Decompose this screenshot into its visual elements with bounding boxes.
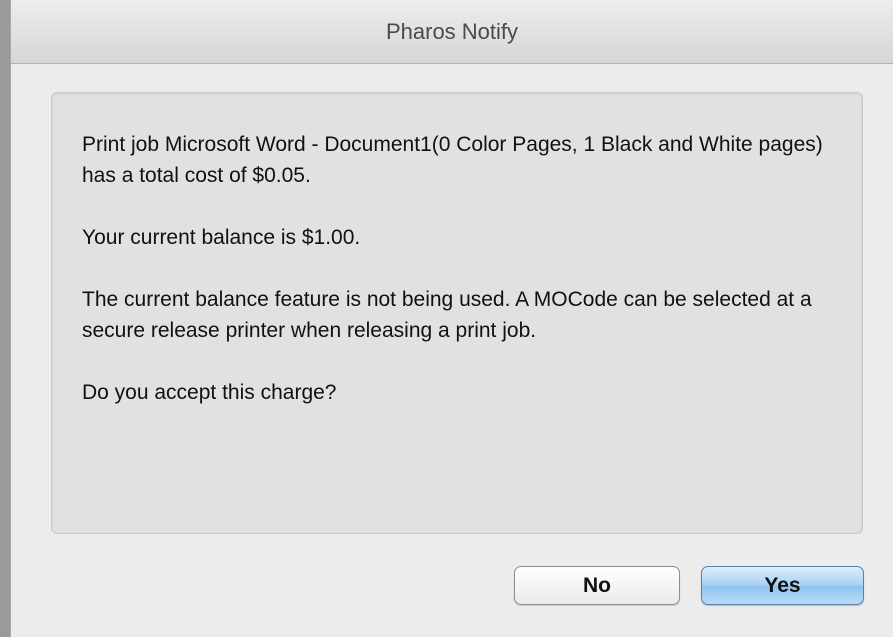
confirm-question: Do you accept this charge? [82, 381, 337, 404]
dialog-window: Pharos Notify Print job Microsoft Word -… [10, 0, 893, 637]
no-button[interactable]: No [514, 566, 680, 605]
balance-message: Your current balance is $1.00. [82, 226, 361, 249]
cost-message: Print job Microsoft Word - Document1(0 C… [82, 133, 823, 187]
feature-message: The current balance feature is not being… [82, 288, 812, 342]
window-title: Pharos Notify [385, 19, 519, 44]
message-panel: Print job Microsoft Word - Document1(0 C… [51, 92, 863, 534]
title-bar[interactable]: Pharos Notify [11, 0, 893, 64]
message-text: Print job Microsoft Word - Document1(0 C… [82, 129, 842, 439]
yes-button[interactable]: Yes [701, 566, 864, 605]
